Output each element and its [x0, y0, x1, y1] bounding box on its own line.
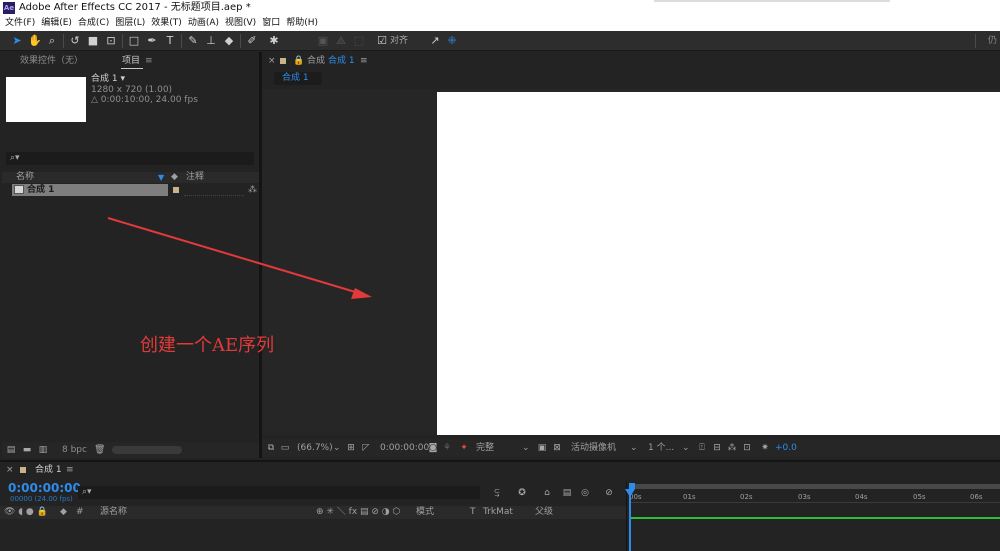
draft-3d-icon[interactable]: ✪	[517, 488, 527, 498]
motion-blur-icon[interactable]: ◎	[580, 488, 590, 498]
column-source-name[interactable]: 源名称	[100, 506, 127, 519]
av-switches-icons[interactable]: 👁 ◖ ● 🔒	[4, 506, 48, 519]
timeline-tab-name[interactable]: 合成 1	[35, 464, 62, 476]
timeline-search-input[interactable]: ⌕▾	[78, 486, 480, 499]
close-tab-icon[interactable]: ×	[6, 464, 14, 476]
column-parent[interactable]: 父级	[535, 506, 553, 519]
ruler-tick-3: 03s	[798, 493, 811, 501]
shy-layers-icon[interactable]: ⌂	[542, 488, 552, 498]
ruler-tick-2: 02s	[740, 493, 753, 501]
frame-blending-icon[interactable]: ▤	[562, 488, 572, 498]
ruler-tick-4: 04s	[855, 493, 868, 501]
layer-number-column: #	[76, 507, 84, 517]
work-area-bar[interactable]	[629, 484, 1000, 489]
current-frame: 00000 (24.00 fps)	[10, 495, 73, 503]
column-trkmat[interactable]: TrkMat	[483, 506, 513, 519]
annotation-text: 创建一个AE序列	[140, 335, 275, 356]
panel-menu-icon[interactable]: ≡	[66, 464, 74, 476]
column-t: T	[470, 507, 476, 517]
ruler-tick-5: 05s	[913, 493, 926, 501]
layer-column-header: 👁 ◖ ● 🔒 ◆ # 源名称 ⊕ ✳ ＼ fx ▤ ⊘ ◑ ⬡ 模式 T Tr…	[0, 506, 626, 519]
ruler-tick-1: 01s	[683, 493, 696, 501]
ruler-tick-6: 06s	[970, 493, 983, 501]
ruler-baseline	[629, 502, 1000, 506]
time-ruler-area[interactable]: 00s 01s 02s 03s 04s 05s 06s	[625, 481, 1000, 551]
playhead-line[interactable]	[629, 491, 631, 551]
label-tag-icon[interactable]: ◆	[60, 506, 67, 519]
search-icon: ⌕▾	[82, 487, 92, 497]
column-mode[interactable]: 模式	[416, 506, 434, 519]
timeline-panel: × 合成 1 ≡ 0:00:00:00 00000 (24.00 fps) ⌕▾…	[0, 460, 1000, 551]
comp-duration-bar	[629, 517, 1000, 519]
annotation-arrow-line	[107, 217, 363, 295]
timeline-tab-row: × 合成 1 ≡	[0, 462, 1000, 478]
layer-switches-icons[interactable]: ⊕ ✳ ＼ fx ▤ ⊘ ◑ ⬡	[316, 506, 400, 519]
annotation-arrowhead	[351, 288, 372, 299]
playhead-handle[interactable]	[625, 489, 635, 497]
comp-label-swatch	[20, 467, 26, 473]
current-timecode[interactable]: 0:00:00:00	[8, 481, 81, 495]
composition-mini-flowchart-icon[interactable]: ⥹	[492, 488, 502, 498]
graph-editor-icon[interactable]: ⊘	[604, 488, 614, 498]
